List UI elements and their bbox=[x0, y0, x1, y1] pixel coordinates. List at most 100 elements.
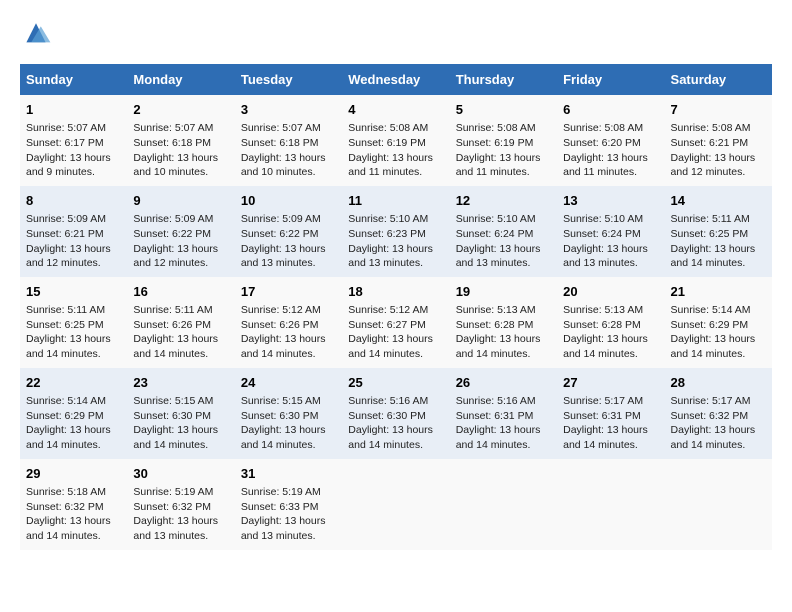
day-info: Sunrise: 5:16 AM Sunset: 6:30 PM Dayligh… bbox=[348, 394, 443, 453]
day-info: Sunrise: 5:10 AM Sunset: 6:23 PM Dayligh… bbox=[348, 212, 443, 271]
calendar-cell: 25 Sunrise: 5:16 AM Sunset: 6:30 PM Dayli… bbox=[342, 368, 449, 459]
day-number: 23 bbox=[133, 374, 228, 392]
day-info: Sunrise: 5:14 AM Sunset: 6:29 PM Dayligh… bbox=[671, 303, 766, 362]
calendar-cell: 28 Sunrise: 5:17 AM Sunset: 6:32 PM Dayli… bbox=[665, 368, 772, 459]
day-info: Sunrise: 5:11 AM Sunset: 6:25 PM Dayligh… bbox=[26, 303, 121, 362]
calendar-cell: 23 Sunrise: 5:15 AM Sunset: 6:30 PM Dayli… bbox=[127, 368, 234, 459]
calendar-cell: 30 Sunrise: 5:19 AM Sunset: 6:32 PM Dayli… bbox=[127, 459, 234, 550]
logo bbox=[20, 20, 56, 48]
weekday-header-monday: Monday bbox=[127, 64, 234, 95]
day-number: 31 bbox=[241, 465, 336, 483]
day-number: 9 bbox=[133, 192, 228, 210]
day-info: Sunrise: 5:16 AM Sunset: 6:31 PM Dayligh… bbox=[456, 394, 551, 453]
day-number: 10 bbox=[241, 192, 336, 210]
day-number: 15 bbox=[26, 283, 121, 301]
day-number: 29 bbox=[26, 465, 121, 483]
day-info: Sunrise: 5:13 AM Sunset: 6:28 PM Dayligh… bbox=[456, 303, 551, 362]
day-info: Sunrise: 5:10 AM Sunset: 6:24 PM Dayligh… bbox=[563, 212, 658, 271]
day-number: 24 bbox=[241, 374, 336, 392]
calendar-cell: 1 Sunrise: 5:07 AM Sunset: 6:17 PM Daylig… bbox=[20, 95, 127, 186]
calendar-cell: 2Sunrise: 5:07 AM Sunset: 6:18 PM Daylig… bbox=[127, 95, 234, 186]
weekday-header-thursday: Thursday bbox=[450, 64, 557, 95]
calendar-cell: 6 Sunrise: 5:08 AM Sunset: 6:20 PM Daylig… bbox=[557, 95, 664, 186]
day-number: 30 bbox=[133, 465, 228, 483]
weekday-header-wednesday: Wednesday bbox=[342, 64, 449, 95]
weekday-header-row: SundayMondayTuesdayWednesdayThursdayFrid… bbox=[20, 64, 772, 95]
day-number: 19 bbox=[456, 283, 551, 301]
day-number: 22 bbox=[26, 374, 121, 392]
day-info: Sunrise: 5:12 AM Sunset: 6:26 PM Dayligh… bbox=[241, 303, 336, 362]
calendar-cell: 18Sunrise: 5:12 AM Sunset: 6:27 PM Dayli… bbox=[342, 277, 449, 368]
day-info: Sunrise: 5:08 AM Sunset: 6:20 PM Dayligh… bbox=[563, 121, 658, 180]
day-info: Sunrise: 5:15 AM Sunset: 6:30 PM Dayligh… bbox=[133, 394, 228, 453]
weekday-header-sunday: Sunday bbox=[20, 64, 127, 95]
calendar-cell: 22 Sunrise: 5:14 AM Sunset: 6:29 PM Dayli… bbox=[20, 368, 127, 459]
day-number: 13 bbox=[563, 192, 658, 210]
day-number: 14 bbox=[671, 192, 766, 210]
calendar-cell: 29Sunrise: 5:18 AM Sunset: 6:32 PM Dayli… bbox=[20, 459, 127, 550]
day-number: 8 bbox=[26, 192, 121, 210]
day-number: 6 bbox=[563, 101, 658, 119]
day-info: Sunrise: 5:07 AM Sunset: 6:17 PM Dayligh… bbox=[26, 121, 121, 180]
calendar-cell: 21 Sunrise: 5:14 AM Sunset: 6:29 PM Dayli… bbox=[665, 277, 772, 368]
calendar-cell bbox=[342, 459, 449, 550]
day-info: Sunrise: 5:19 AM Sunset: 6:33 PM Dayligh… bbox=[241, 485, 336, 544]
day-info: Sunrise: 5:09 AM Sunset: 6:21 PM Dayligh… bbox=[26, 212, 121, 271]
day-number: 1 bbox=[26, 101, 121, 119]
calendar-cell: 10 Sunrise: 5:09 AM Sunset: 6:22 PM Dayli… bbox=[235, 186, 342, 277]
day-number: 12 bbox=[456, 192, 551, 210]
calendar-cell: 14 Sunrise: 5:11 AM Sunset: 6:25 PM Dayli… bbox=[665, 186, 772, 277]
day-info: Sunrise: 5:08 AM Sunset: 6:19 PM Dayligh… bbox=[348, 121, 443, 180]
day-info: Sunrise: 5:08 AM Sunset: 6:19 PM Dayligh… bbox=[456, 121, 551, 180]
week-row-2: 8 Sunrise: 5:09 AM Sunset: 6:21 PM Daylig… bbox=[20, 186, 772, 277]
weekday-header-tuesday: Tuesday bbox=[235, 64, 342, 95]
day-info: Sunrise: 5:13 AM Sunset: 6:28 PM Dayligh… bbox=[563, 303, 658, 362]
calendar-cell bbox=[557, 459, 664, 550]
calendar-cell: 9 Sunrise: 5:09 AM Sunset: 6:22 PM Daylig… bbox=[127, 186, 234, 277]
day-info: Sunrise: 5:17 AM Sunset: 6:31 PM Dayligh… bbox=[563, 394, 658, 453]
day-number: 17 bbox=[241, 283, 336, 301]
calendar-cell: 16 Sunrise: 5:11 AM Sunset: 6:26 PM Dayli… bbox=[127, 277, 234, 368]
day-info: Sunrise: 5:19 AM Sunset: 6:32 PM Dayligh… bbox=[133, 485, 228, 544]
day-info: Sunrise: 5:12 AM Sunset: 6:27 PM Dayligh… bbox=[348, 303, 443, 362]
weekday-header-friday: Friday bbox=[557, 64, 664, 95]
day-info: Sunrise: 5:08 AM Sunset: 6:21 PM Dayligh… bbox=[671, 121, 766, 180]
calendar-cell: 26Sunrise: 5:16 AM Sunset: 6:31 PM Dayli… bbox=[450, 368, 557, 459]
day-info: Sunrise: 5:09 AM Sunset: 6:22 PM Dayligh… bbox=[133, 212, 228, 271]
day-info: Sunrise: 5:15 AM Sunset: 6:30 PM Dayligh… bbox=[241, 394, 336, 453]
day-number: 25 bbox=[348, 374, 443, 392]
day-number: 21 bbox=[671, 283, 766, 301]
calendar-cell bbox=[450, 459, 557, 550]
calendar-cell: 12Sunrise: 5:10 AM Sunset: 6:24 PM Dayli… bbox=[450, 186, 557, 277]
day-number: 27 bbox=[563, 374, 658, 392]
day-info: Sunrise: 5:17 AM Sunset: 6:32 PM Dayligh… bbox=[671, 394, 766, 453]
day-info: Sunrise: 5:07 AM Sunset: 6:18 PM Dayligh… bbox=[241, 121, 336, 180]
day-info: Sunrise: 5:14 AM Sunset: 6:29 PM Dayligh… bbox=[26, 394, 121, 453]
calendar-cell: 24 Sunrise: 5:15 AM Sunset: 6:30 PM Dayli… bbox=[235, 368, 342, 459]
calendar-cell: 8 Sunrise: 5:09 AM Sunset: 6:21 PM Daylig… bbox=[20, 186, 127, 277]
day-number: 16 bbox=[133, 283, 228, 301]
weekday-header-saturday: Saturday bbox=[665, 64, 772, 95]
day-number: 7 bbox=[671, 101, 766, 119]
day-number: 28 bbox=[671, 374, 766, 392]
day-info: Sunrise: 5:11 AM Sunset: 6:25 PM Dayligh… bbox=[671, 212, 766, 271]
calendar-cell: 13 Sunrise: 5:10 AM Sunset: 6:24 PM Dayli… bbox=[557, 186, 664, 277]
day-number: 20 bbox=[563, 283, 658, 301]
day-number: 4 bbox=[348, 101, 443, 119]
calendar-cell bbox=[665, 459, 772, 550]
day-number: 5 bbox=[456, 101, 551, 119]
calendar-cell: 5 Sunrise: 5:08 AM Sunset: 6:19 PM Daylig… bbox=[450, 95, 557, 186]
day-number: 11 bbox=[348, 192, 443, 210]
calendar-cell: 15 Sunrise: 5:11 AM Sunset: 6:25 PM Dayli… bbox=[20, 277, 127, 368]
week-row-3: 15 Sunrise: 5:11 AM Sunset: 6:25 PM Dayli… bbox=[20, 277, 772, 368]
week-row-5: 29Sunrise: 5:18 AM Sunset: 6:32 PM Dayli… bbox=[20, 459, 772, 550]
logo-icon bbox=[20, 20, 52, 48]
calendar-cell: 7 Sunrise: 5:08 AM Sunset: 6:21 PM Daylig… bbox=[665, 95, 772, 186]
calendar-cell: 20 Sunrise: 5:13 AM Sunset: 6:28 PM Dayli… bbox=[557, 277, 664, 368]
day-info: Sunrise: 5:09 AM Sunset: 6:22 PM Dayligh… bbox=[241, 212, 336, 271]
calendar-cell: 4 Sunrise: 5:08 AM Sunset: 6:19 PM Daylig… bbox=[342, 95, 449, 186]
calendar-cell: 31 Sunrise: 5:19 AM Sunset: 6:33 PM Dayli… bbox=[235, 459, 342, 550]
calendar-cell: 11 Sunrise: 5:10 AM Sunset: 6:23 PM Dayli… bbox=[342, 186, 449, 277]
day-info: Sunrise: 5:07 AM Sunset: 6:18 PM Dayligh… bbox=[133, 121, 228, 180]
day-info: Sunrise: 5:11 AM Sunset: 6:26 PM Dayligh… bbox=[133, 303, 228, 362]
